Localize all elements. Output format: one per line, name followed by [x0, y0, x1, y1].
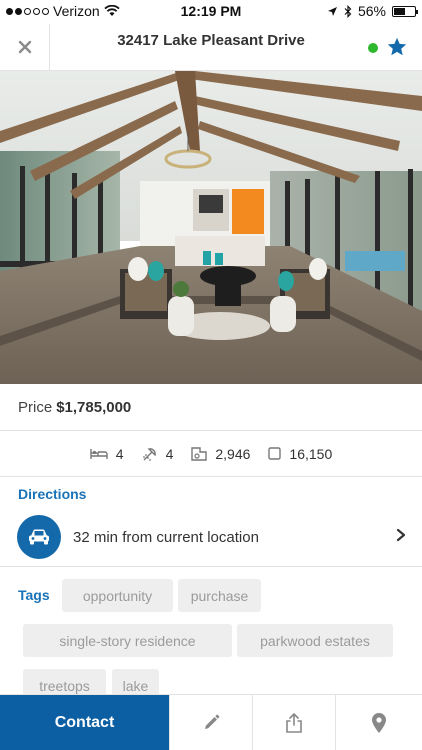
lot-size-icon	[268, 447, 282, 460]
directions-label: Directions	[18, 486, 87, 502]
stat-lot: 16,150	[268, 446, 332, 462]
location-arrow-icon	[327, 6, 337, 16]
share-button[interactable]	[252, 695, 335, 750]
tag-chip[interactable]: parkwood estates	[237, 624, 393, 657]
lot-value: 16,150	[289, 445, 333, 462]
bed-icon	[90, 448, 108, 459]
status-indicator-dot	[368, 43, 378, 53]
tag-chip[interactable]: purchase	[178, 579, 261, 612]
price-row: Price $1,785,000	[0, 384, 422, 431]
property-photo[interactable]	[0, 71, 422, 384]
living-room-photo	[0, 71, 422, 384]
bluetooth-icon	[344, 4, 352, 18]
tag-chip[interactable]: single-story residence	[23, 624, 232, 657]
close-button[interactable]	[0, 24, 50, 70]
tag-chip[interactable]: opportunity	[62, 579, 173, 612]
tags-label: Tags	[18, 587, 50, 603]
stat-beds: 4	[90, 446, 124, 462]
battery-fill	[394, 7, 405, 15]
page-title: 32417 Lake Pleasant Drive	[117, 32, 305, 49]
stat-baths: 4	[142, 445, 174, 462]
bottom-toolbar: Contact	[0, 694, 422, 750]
map-location-button[interactable]	[335, 695, 422, 750]
contact-button[interactable]: Contact	[0, 695, 169, 750]
edit-button[interactable]	[169, 695, 252, 750]
floor-area-icon	[191, 446, 208, 461]
car-icon	[29, 529, 49, 545]
battery-icon	[392, 5, 418, 17]
sqft-value: 2,946	[215, 445, 251, 462]
stats-row: 4 4 2,946 16,150	[0, 431, 422, 477]
directions-row[interactable]: 32 min from current location	[0, 511, 422, 567]
baths-value: 4	[165, 445, 174, 462]
header: 32417 Lake Pleasant Drive	[0, 24, 422, 71]
close-icon	[18, 40, 31, 54]
directions-text: 32 min from current location	[73, 529, 259, 546]
favorite-star-icon[interactable]	[386, 36, 408, 58]
price-label: Price	[18, 398, 53, 416]
battery-percent: 56%	[357, 3, 386, 19]
chevron-right-icon	[396, 528, 406, 542]
share-icon	[286, 713, 302, 733]
price-value: $1,785,000	[56, 398, 132, 416]
status-right: 56%	[327, 3, 418, 19]
beds-value: 4	[115, 445, 124, 462]
stat-sqft: 2,946	[191, 446, 250, 462]
status-bar: Verizon 12:19 PM 56%	[0, 0, 422, 24]
shower-icon	[142, 447, 156, 461]
car-icon-circle	[17, 515, 61, 559]
pencil-icon	[205, 714, 220, 729]
listing-screen: Verizon 12:19 PM 56% 32417 Lake Pleasant…	[0, 0, 422, 750]
map-pin-icon	[372, 713, 386, 733]
